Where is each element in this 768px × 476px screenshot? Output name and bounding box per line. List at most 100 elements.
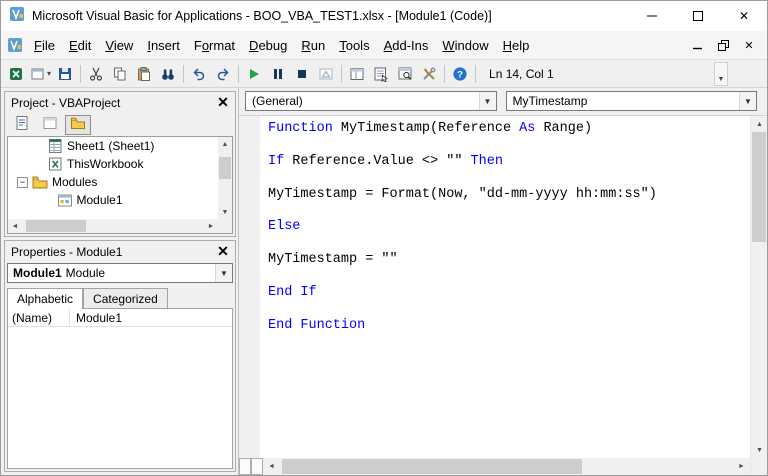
redo-button[interactable] [211, 62, 235, 86]
menu-bar: File Edit View Insert Format Debug Run Tools Add… [1, 31, 767, 60]
run-macro-button[interactable] [242, 62, 266, 86]
mdi-close-button[interactable]: ✕ [738, 36, 760, 55]
scroll-left-icon[interactable]: ◄ [8, 219, 22, 233]
object-browser-button[interactable] [393, 62, 417, 86]
properties-panel-header: Properties - Module1 ✕ [5, 241, 235, 262]
property-value[interactable]: Module1 [70, 311, 122, 325]
menu-item-help[interactable]: Help [496, 33, 537, 58]
view-object-button[interactable] [37, 115, 63, 135]
help-button[interactable]: ? [448, 62, 472, 86]
scroll-right-icon[interactable]: ► [733, 458, 750, 475]
close-button[interactable]: ✕ [721, 1, 767, 31]
menu-item-view[interactable]: View [98, 33, 140, 58]
property-row[interactable]: (Name) Module1 [8, 309, 232, 327]
design-mode-button[interactable] [314, 62, 338, 86]
hscroll-thumb[interactable] [282, 459, 582, 474]
tab-alphabetic[interactable]: Alphabetic [7, 288, 84, 309]
project-explorer-icon [349, 66, 365, 82]
object-dropdown-value: (General) [252, 94, 303, 108]
maximize-button[interactable] [675, 1, 721, 31]
vscroll-thumb[interactable] [219, 157, 231, 179]
properties-panel-close-button[interactable]: ✕ [213, 242, 233, 261]
tree-item-module1[interactable]: Module1 [8, 191, 218, 209]
vba-editor-window: Microsoft Visual Basic for Applications … [0, 0, 768, 476]
tree-item-modules[interactable]: − Modules [8, 173, 218, 191]
module-icon [57, 193, 73, 208]
main-area: Project - VBAProject ✕ Sheet1 (Sheet1) Th… [1, 88, 767, 475]
find-button[interactable] [156, 62, 180, 86]
tab-categorized[interactable]: Categorized [83, 288, 168, 309]
undo-button[interactable] [187, 62, 211, 86]
tree-collapse-icon[interactable]: − [17, 176, 28, 188]
menu-item-debug[interactable]: Debug [242, 33, 294, 58]
menu-item-file[interactable]: File [27, 33, 62, 58]
menu-item-run[interactable]: Run [294, 33, 332, 58]
code-editor[interactable]: Function MyTimestamp(Reference As Range)… [260, 116, 750, 458]
project-panel-close-button[interactable]: ✕ [213, 93, 233, 112]
toolbar-options-button[interactable]: ▼ [714, 61, 728, 86]
project-panel-title: Project - VBAProject [11, 95, 121, 110]
project-panel-toolbar [5, 113, 235, 136]
code-line: End If [268, 285, 750, 301]
property-name: (Name) [8, 309, 70, 326]
vscroll-thumb[interactable] [752, 132, 766, 242]
scroll-up-icon[interactable]: ▲ [751, 116, 767, 132]
insert-object-icon [30, 66, 46, 82]
mdi-restore-button[interactable] [712, 36, 734, 55]
mdi-minimize-button[interactable] [686, 36, 708, 55]
toggle-folders-button[interactable] [65, 114, 91, 135]
tree-item-thisworkbook[interactable]: ThisWorkbook [8, 155, 218, 173]
scroll-left-icon[interactable]: ◄ [263, 458, 280, 475]
menu-item-add-ins[interactable]: Add-Ins [377, 33, 436, 58]
menu-item-format[interactable]: Format [187, 33, 242, 58]
code-keyword: If [268, 153, 285, 169]
title-bar: Microsoft Visual Basic for Applications … [1, 1, 767, 31]
project-explorer-button[interactable] [345, 62, 369, 86]
cut-button[interactable] [84, 62, 108, 86]
scroll-down-icon[interactable]: ▼ [218, 205, 232, 219]
scrollbar-corner [218, 219, 232, 233]
scroll-up-icon[interactable]: ▲ [218, 137, 232, 151]
selected-object-type: Module [65, 266, 106, 280]
copy-button[interactable] [108, 62, 132, 86]
view-code-icon [14, 115, 30, 134]
break-button[interactable] [266, 62, 290, 86]
object-selector-dropdown[interactable]: Module1 Module ▼ [7, 263, 233, 283]
scroll-right-icon[interactable]: ► [204, 219, 218, 233]
tree-item-sheet1-sheet1[interactable]: Sheet1 (Sheet1) [8, 137, 218, 155]
selected-object-name: Module1 [13, 266, 62, 280]
reset-button[interactable] [290, 62, 314, 86]
properties-window-button[interactable] [369, 62, 393, 86]
cursor-position-status: Ln 14, Col 1 [489, 66, 554, 81]
code-vscrollbar[interactable]: ▲ ▼ [750, 116, 767, 458]
project-tree-vscrollbar[interactable]: ▲ ▼ [218, 137, 232, 219]
tree-item-label: ThisWorkbook [67, 157, 144, 171]
chevron-down-icon[interactable]: ▼ [478, 92, 496, 110]
insert-object-button[interactable]: ▾ [28, 62, 53, 86]
breakpoint-margin[interactable] [239, 116, 260, 458]
scroll-down-icon[interactable]: ▼ [751, 442, 767, 458]
code-line: Else [268, 219, 750, 235]
minimize-button[interactable] [629, 1, 675, 31]
project-tree-hscrollbar[interactable]: ◄ ► [8, 219, 218, 233]
menu-item-insert[interactable]: Insert [140, 33, 187, 58]
procedure-dropdown[interactable]: MyTimestamp ▼ [505, 91, 757, 111]
code-keyword: Function [268, 121, 333, 136]
menu-item-tools[interactable]: Tools [332, 33, 376, 58]
view-code-button[interactable] [9, 115, 35, 135]
view-microsoft-excel-button[interactable] [4, 62, 28, 86]
chevron-down-icon[interactable]: ▼ [215, 264, 232, 282]
hscroll-thumb[interactable] [26, 220, 86, 232]
menu-item-edit[interactable]: Edit [62, 33, 98, 58]
object-dropdown[interactable]: (General) ▼ [245, 91, 497, 111]
save-button[interactable] [53, 62, 77, 86]
procedure-view-button[interactable] [239, 458, 251, 475]
full-module-view-button[interactable] [251, 458, 263, 475]
properties-grid[interactable]: (Name) Module1 [7, 308, 233, 469]
menu-item-window[interactable]: Window [435, 33, 495, 58]
paste-button[interactable] [132, 62, 156, 86]
toolbar-separator [444, 64, 446, 83]
chevron-down-icon[interactable]: ▼ [739, 92, 756, 110]
toolbox-button[interactable] [417, 62, 441, 86]
